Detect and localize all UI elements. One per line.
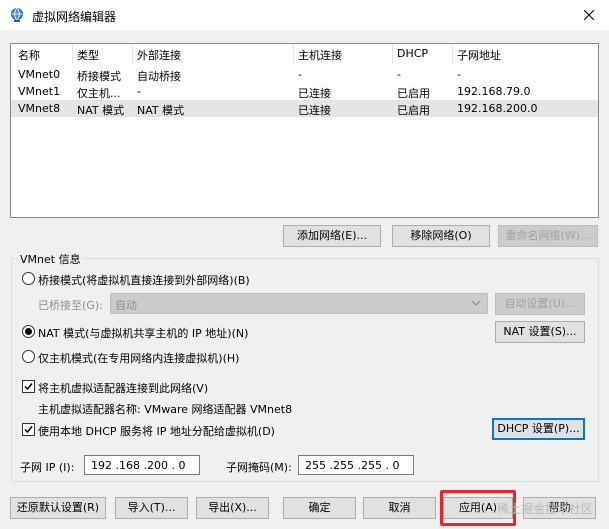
bridged-mode-radio[interactable] (22, 272, 35, 285)
nat-mode-radio[interactable] (22, 325, 35, 338)
bridged-to-label: 已桥接至(G): (38, 299, 103, 312)
header-name[interactable]: 名称 (18, 47, 40, 63)
connect-adapter-checkbox[interactable] (22, 380, 35, 393)
host-only-label[interactable]: 仅主机模式(在专用网络内连接虚拟机)(H) (38, 350, 239, 366)
subnet-ip-label: 子网 IP (I): (20, 461, 75, 474)
header-host[interactable]: 主机连接 (298, 47, 342, 63)
chevron-down-icon (471, 300, 481, 306)
subnet-ip-input[interactable]: 192 .168 .200 . 0 (84, 455, 200, 475)
dhcp-settings-button[interactable]: DHCP 设置(P)... (492, 418, 585, 440)
remove-network-button[interactable]: 移除网络(O) (392, 225, 490, 247)
close-button[interactable] (569, 0, 609, 30)
use-dhcp-label[interactable]: 使用本地 DHCP 服务将 IP 地址分配给虚拟机(D) (38, 423, 275, 439)
adapter-name-label: 主机虚拟适配器名称: VMware 网络适配器 VMnet8 (38, 403, 293, 416)
close-icon (584, 10, 594, 20)
table-row-selected[interactable]: VMnet8 NAT 模式 NAT 模式 已连接 已启用 192.168.200… (11, 100, 598, 117)
auto-settings-button[interactable]: 自动设置(U)... (495, 293, 585, 315)
nat-mode-label[interactable]: NAT 模式(与虚拟机共享主机的 IP 地址)(N) (38, 325, 248, 341)
list-header: 名称 类型 外部连接 主机连接 DHCP 子网地址 (11, 44, 598, 64)
connect-adapter-label[interactable]: 将主机虚拟适配器连接到此网络(V) (38, 380, 208, 396)
export-button[interactable]: 导出(X)... (196, 497, 269, 519)
table-row[interactable]: VMnet0 桥接模式 自动桥接 - - - (11, 66, 598, 83)
checkmark-icon (24, 426, 33, 434)
watermark-text: 稀土掘金技术社区 (496, 502, 593, 516)
checkmark-icon (24, 383, 33, 391)
rename-network-button[interactable]: 重命名网络(W)... (498, 225, 598, 247)
network-list[interactable]: 名称 类型 外部连接 主机连接 DHCP 子网地址 VMnet0 桥接模式 自动… (10, 43, 599, 218)
use-dhcp-checkbox[interactable] (22, 423, 35, 436)
network-globe-icon (11, 8, 23, 22)
vmnet-info-label: VMnet 信息 (18, 251, 83, 267)
ok-button[interactable]: 确定 (283, 497, 356, 519)
cancel-button[interactable]: 取消 (363, 497, 436, 519)
import-button[interactable]: 导入(T)... (115, 497, 188, 519)
window-title: 虚拟网络编辑器 (32, 10, 117, 24)
bridged-mode-label[interactable]: 桥接模式(将虚拟机直接连接到外部网络)(B) (38, 272, 250, 288)
subnet-mask-label: 子网掩码(M): (226, 461, 292, 474)
header-dhcp[interactable]: DHCP (397, 47, 428, 60)
table-row[interactable]: VMnet1 仅主机... - 已连接 已启用 192.168.79.0 (11, 83, 598, 100)
nat-settings-button[interactable]: NAT 设置(S)... (495, 321, 585, 343)
host-only-radio[interactable] (22, 350, 35, 363)
bridged-to-select[interactable]: 自动 (110, 293, 488, 314)
header-type[interactable]: 类型 (77, 47, 99, 63)
vmnet-info-group (11, 258, 599, 482)
header-subnet[interactable]: 子网地址 (457, 47, 501, 63)
subnet-mask-input[interactable]: 255 .255 .255 . 0 (298, 455, 414, 475)
title-bar: 虚拟网络编辑器 (0, 0, 609, 30)
add-network-button[interactable]: 添加网络(E)... (283, 225, 381, 247)
header-external[interactable]: 外部连接 (137, 47, 181, 63)
restore-defaults-button[interactable]: 还原默认设置(R) (10, 497, 106, 519)
